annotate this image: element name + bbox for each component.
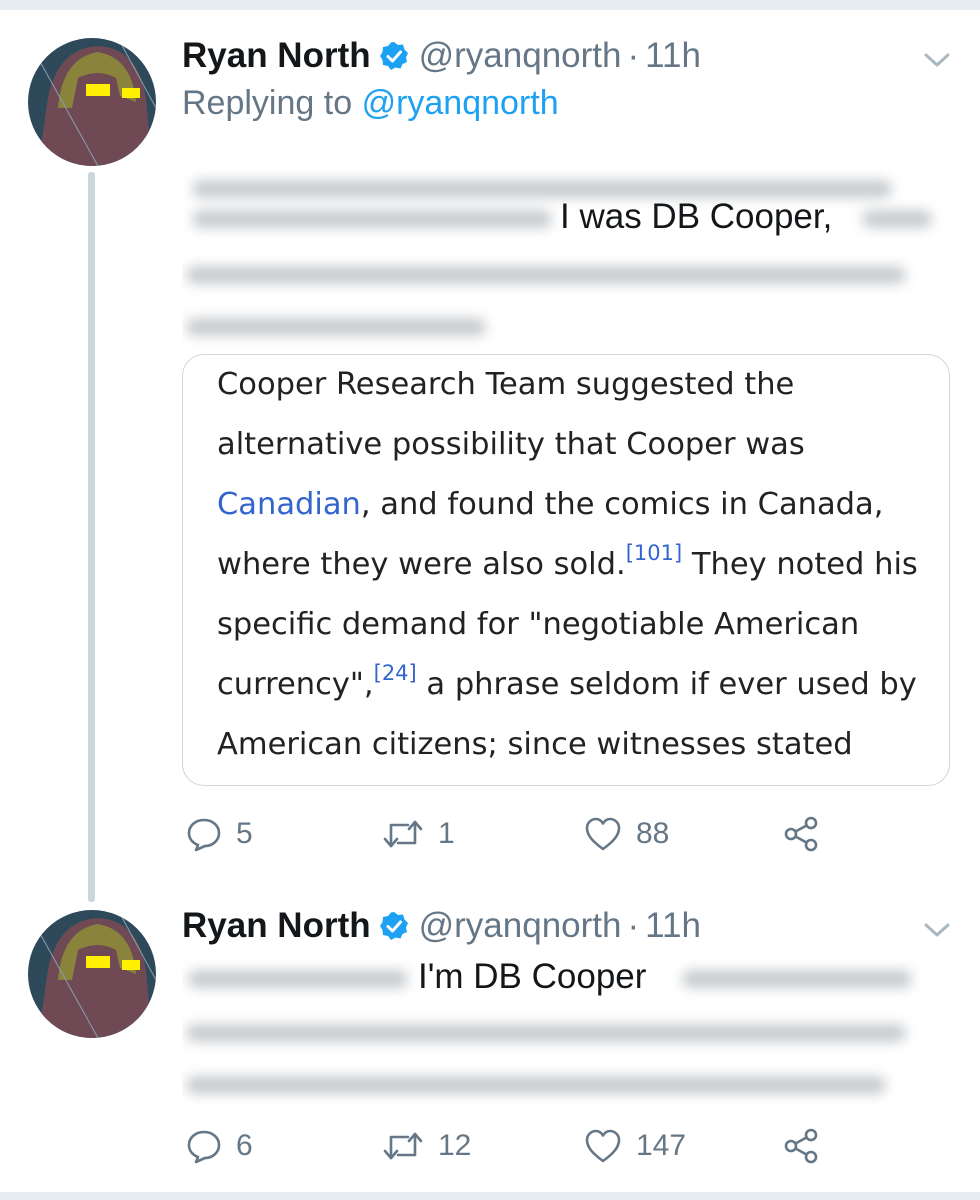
quote-line: Canadian, and found the comics in Canada… <box>217 475 949 535</box>
replying-to-label: Replying to <box>182 84 353 122</box>
retweet-count: 1 <box>438 817 455 850</box>
reply-count: 5 <box>236 817 253 850</box>
share-icon <box>784 816 818 852</box>
like-icon <box>585 817 621 851</box>
separator-dot: · <box>627 36 640 75</box>
quote-text: currency", <box>217 667 374 702</box>
chevron-down-icon[interactable] <box>922 50 952 70</box>
retweet-icon <box>383 820 423 848</box>
tweet-text-fragment: I'm DB Cooper <box>418 957 647 996</box>
obscured-text-line <box>182 1004 922 1062</box>
quote-line: Cooper Research Team suggested the <box>217 367 795 402</box>
retweet-count: 12 <box>438 1129 472 1162</box>
retweet-button[interactable]: 1 <box>382 812 455 856</box>
tweet-actions: 5 1 88 <box>186 812 826 856</box>
quote-text: where they were also sold. <box>217 547 626 582</box>
thread-connector-line <box>88 172 95 902</box>
share-icon <box>784 1128 818 1164</box>
share-button[interactable] <box>782 1124 820 1168</box>
retweet-button[interactable]: 12 <box>382 1124 471 1168</box>
citation-link[interactable]: [101] <box>626 541 682 565</box>
quote-line: where they were also sold.[101] They not… <box>217 535 949 595</box>
like-count: 88 <box>636 817 670 850</box>
quote-text: a phrase seldom if ever used by <box>416 667 917 702</box>
replying-to-line: Replying to @ryanqnorth <box>182 84 559 123</box>
reply-icon <box>187 1130 221 1164</box>
quoted-image-card[interactable]: Cooper Research Team suggested the alter… <box>182 354 950 786</box>
avatar[interactable] <box>28 910 156 1038</box>
quote-line: currency",[24] a phrase seldom if ever u… <box>217 655 949 715</box>
reply-button[interactable]: 6 <box>186 1124 253 1168</box>
verified-badge-icon <box>379 911 409 941</box>
replying-to-handle-link[interactable]: @ryanqnorth <box>362 84 559 122</box>
quote-line: specific demand for "negotiable American <box>217 607 860 642</box>
reply-button[interactable]: 5 <box>186 812 253 856</box>
author-name[interactable]: Ryan North <box>182 36 371 76</box>
avatar[interactable] <box>28 38 156 166</box>
separator-dot: · <box>627 906 640 945</box>
like-count: 147 <box>636 1129 687 1162</box>
reply-count: 6 <box>236 1129 253 1162</box>
quoted-text-block: Cooper Research Team suggested the alter… <box>217 355 949 775</box>
retweet-icon <box>383 1132 423 1160</box>
chevron-down-icon[interactable] <box>922 920 952 940</box>
tweet-text-fragment: I was DB Cooper, <box>560 197 833 236</box>
like-icon <box>585 1129 621 1163</box>
wiki-link-canadian[interactable]: Canadian <box>217 487 361 522</box>
verified-badge-icon <box>379 41 409 71</box>
reply-icon <box>187 818 221 852</box>
tweet-header: Ryan North @ryanqnorth · 11h <box>182 902 701 950</box>
author-handle[interactable]: @ryanqnorth <box>419 36 622 76</box>
quote-text: , and found the comics in Canada, <box>360 487 884 522</box>
tweet-text-line: I was DB Cooper, <box>182 188 952 246</box>
quote-text: They noted his <box>682 547 918 582</box>
tweet-text-line: I'm DB Cooper <box>182 948 922 1006</box>
bottom-divider <box>0 1192 980 1200</box>
obscured-text-line <box>182 1058 902 1116</box>
quote-line: alternative possibility that Cooper was <box>217 427 805 462</box>
tweet-header: Ryan North @ryanqnorth · 11h <box>182 32 701 80</box>
author-name[interactable]: Ryan North <box>182 906 371 946</box>
top-divider <box>0 0 980 10</box>
timestamp[interactable]: 11h <box>645 906 701 946</box>
quote-line: American citizens; since witnesses state… <box>217 727 853 762</box>
obscured-text-line <box>182 244 922 302</box>
like-button[interactable]: 88 <box>584 812 669 856</box>
tweet-actions: 6 12 147 <box>186 1124 826 1168</box>
author-handle[interactable]: @ryanqnorth <box>419 906 622 946</box>
share-button[interactable] <box>782 812 820 856</box>
like-button[interactable]: 147 <box>584 1124 686 1168</box>
timestamp[interactable]: 11h <box>645 36 701 76</box>
citation-link[interactable]: [24] <box>374 661 417 685</box>
obscured-text-line <box>182 300 502 358</box>
